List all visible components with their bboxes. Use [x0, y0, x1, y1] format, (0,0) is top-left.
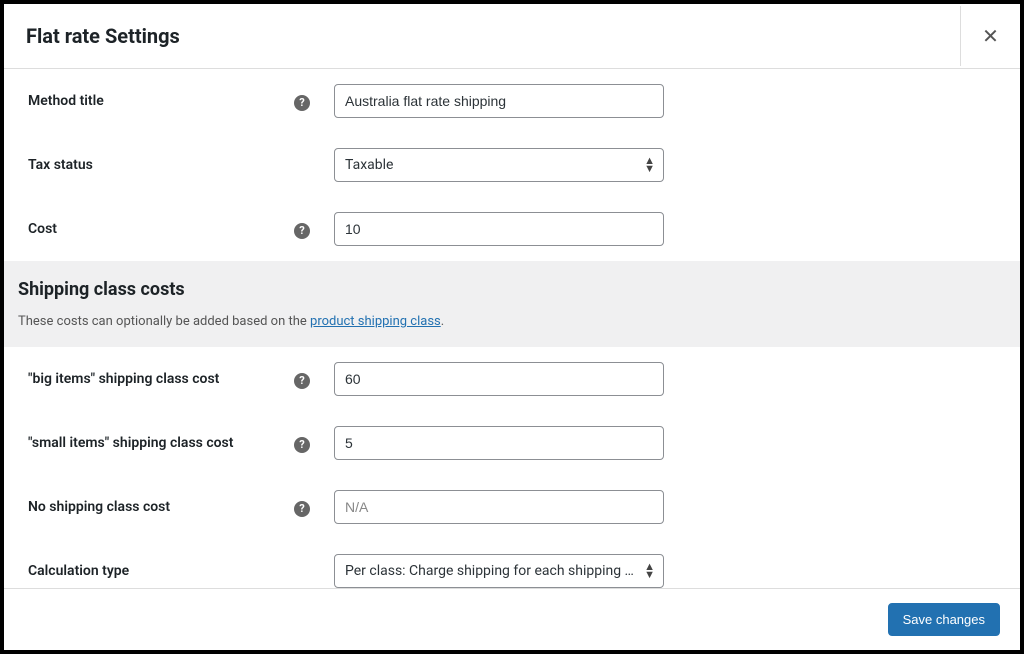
big-items-cost-input[interactable]	[334, 362, 664, 396]
section-description: These costs can optionally be added base…	[18, 314, 1006, 329]
modal-header: Flat rate Settings ✕	[4, 4, 1020, 69]
label-big-items: "big items" shipping class cost	[4, 347, 294, 411]
row-method-title: Method title ?	[4, 69, 1020, 133]
modal-body: Method title ? Tax status Taxable ▲▼	[4, 69, 1020, 588]
save-changes-button[interactable]: Save changes	[888, 603, 1000, 636]
row-calculation-type: Calculation type Per class: Charge shipp…	[4, 539, 1020, 588]
help-icon[interactable]: ?	[294, 95, 310, 111]
label-tax-status: Tax status	[4, 133, 294, 197]
tax-status-value: Taxable	[345, 157, 635, 173]
no-class-cost-input[interactable]	[334, 490, 664, 524]
tax-status-select[interactable]: Taxable ▲▼	[334, 148, 664, 182]
method-title-input[interactable]	[334, 84, 664, 118]
section-desc-suffix: .	[441, 314, 444, 329]
row-small-items-cost: "small items" shipping class cost ?	[4, 411, 1020, 475]
close-button[interactable]: ✕	[960, 6, 1020, 66]
settings-table: Method title ? Tax status Taxable ▲▼	[4, 69, 1020, 261]
section-heading: Shipping class costs	[18, 279, 1006, 300]
section-desc-prefix: These costs can optionally be added base…	[18, 314, 310, 329]
select-arrows-icon: ▲▼	[644, 563, 655, 579]
class-costs-table: "big items" shipping class cost ? "small…	[4, 347, 1020, 588]
row-cost: Cost ?	[4, 197, 1020, 261]
small-items-cost-input[interactable]	[334, 426, 664, 460]
label-cost: Cost	[4, 197, 294, 261]
shipping-class-costs-section: Shipping class costs These costs can opt…	[4, 261, 1020, 347]
calculation-type-value: Per class: Charge shipping for each ship…	[345, 563, 635, 579]
label-calculation-type: Calculation type	[4, 539, 294, 588]
help-icon[interactable]: ?	[294, 373, 310, 389]
label-no-class: No shipping class cost	[4, 475, 294, 539]
product-shipping-class-link[interactable]: product shipping class	[310, 314, 441, 329]
help-icon[interactable]: ?	[294, 501, 310, 517]
row-tax-status: Tax status Taxable ▲▼	[4, 133, 1020, 197]
help-icon[interactable]: ?	[294, 437, 310, 453]
cost-input[interactable]	[334, 212, 664, 246]
label-small-items: "small items" shipping class cost	[4, 411, 294, 475]
row-no-class-cost: No shipping class cost ?	[4, 475, 1020, 539]
modal-footer: Save changes	[4, 588, 1020, 650]
select-arrows-icon: ▲▼	[644, 157, 655, 173]
label-method-title: Method title	[4, 69, 294, 133]
calculation-type-select[interactable]: Per class: Charge shipping for each ship…	[334, 554, 664, 588]
help-icon[interactable]: ?	[294, 223, 310, 239]
close-icon: ✕	[982, 24, 999, 49]
modal-title: Flat rate Settings	[4, 4, 202, 68]
flat-rate-settings-modal: Flat rate Settings ✕ Method title ? Tax …	[4, 4, 1020, 650]
row-big-items-cost: "big items" shipping class cost ?	[4, 347, 1020, 411]
